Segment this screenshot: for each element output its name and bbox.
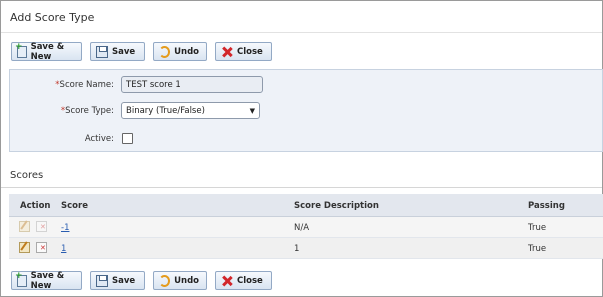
select-arrow-icon: ▼	[249, 106, 255, 115]
table-header: Action Score Score Description Passing	[9, 194, 603, 217]
score-name-input[interactable]	[121, 76, 263, 93]
table-row[interactable]: 1 1 True	[9, 238, 603, 259]
delete-icon[interactable]	[36, 242, 47, 253]
save-label: Save	[112, 46, 136, 57]
toolbar-bottom: Save & New Save Undo Close	[11, 270, 272, 291]
edit-icon[interactable]	[19, 242, 30, 253]
edit-icon[interactable]	[19, 221, 30, 232]
score-type-label: *Score Type:	[60, 106, 114, 116]
scores-table: Action Score Score Description Passing -…	[9, 194, 603, 259]
delete-icon[interactable]	[36, 221, 47, 232]
close-button[interactable]: Close	[215, 271, 272, 290]
score-type-form: *Score Name: *Score Type: Binary (True/F…	[9, 69, 603, 152]
save-and-new-button[interactable]: Save & New	[11, 270, 82, 291]
score-type-value: Binary (True/False)	[126, 105, 205, 116]
close-label: Close	[237, 46, 263, 57]
column-header-action: Action	[20, 201, 51, 211]
save-button[interactable]: Save	[90, 42, 145, 61]
passing-cell: True	[528, 244, 547, 254]
column-header-score-description[interactable]: Score Description	[294, 201, 379, 211]
passing-cell: True	[528, 223, 547, 233]
save-icon	[96, 274, 108, 287]
save-new-icon	[15, 271, 27, 287]
undo-button[interactable]: Undo	[153, 271, 207, 290]
score-name-label: *Score Name:	[55, 80, 114, 90]
save-and-new-label: Save & New	[30, 270, 65, 291]
undo-button[interactable]: Undo	[153, 42, 207, 61]
close-icon	[221, 46, 233, 58]
score-type-select[interactable]: Binary (True/False) ▼	[121, 102, 260, 119]
save-label: Save	[112, 275, 136, 286]
toolbar-top: Save & New Save Undo Close	[11, 41, 272, 62]
title-divider	[1, 32, 602, 33]
window-frame: Add Score Type Save & New Save Undo Clos…	[0, 0, 603, 297]
column-header-score[interactable]: Score	[61, 201, 88, 211]
score-link[interactable]: 1	[61, 244, 66, 254]
active-label: Active:	[84, 134, 114, 144]
save-icon	[96, 45, 108, 58]
scores-divider	[1, 187, 602, 188]
close-button[interactable]: Close	[215, 42, 272, 61]
save-and-new-button[interactable]: Save & New	[11, 41, 82, 62]
save-button[interactable]: Save	[90, 271, 145, 290]
save-new-icon	[15, 42, 27, 58]
table-row[interactable]: -1 N/A True	[9, 217, 603, 238]
close-icon	[221, 275, 233, 287]
undo-icon	[159, 45, 171, 58]
active-checkbox[interactable]	[122, 133, 133, 144]
score-link[interactable]: -1	[61, 223, 69, 233]
page-title: Add Score Type	[10, 11, 95, 24]
undo-label: Undo	[174, 275, 199, 286]
undo-icon	[159, 274, 171, 287]
score-description-cell: N/A	[294, 223, 310, 233]
column-header-passing[interactable]: Passing	[528, 201, 565, 211]
score-description-cell: 1	[294, 244, 300, 254]
scores-title: Scores	[10, 170, 44, 181]
save-and-new-label: Save & New	[30, 41, 65, 62]
close-label: Close	[237, 275, 263, 286]
undo-label: Undo	[174, 46, 199, 57]
